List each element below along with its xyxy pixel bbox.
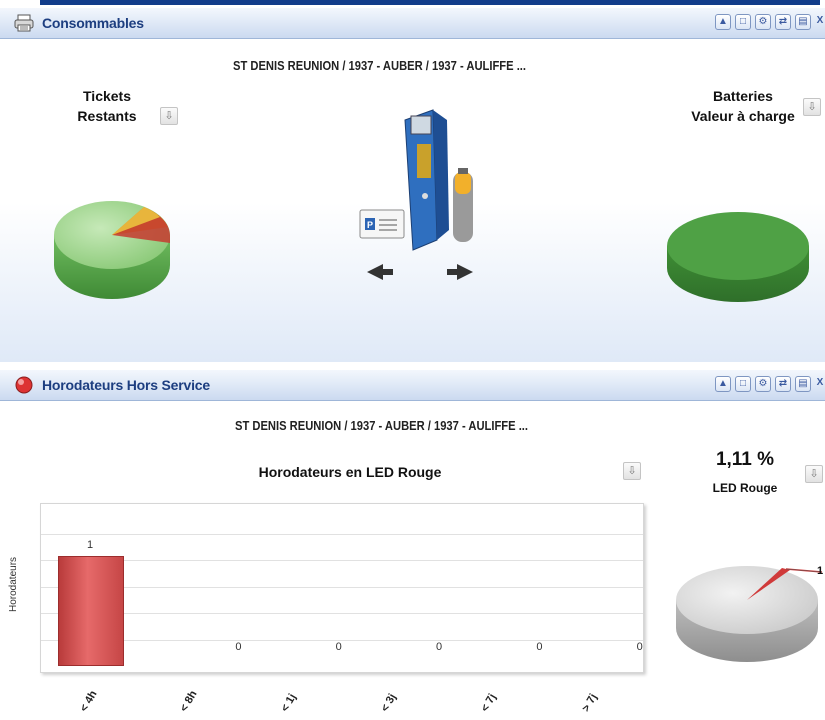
settings-icon[interactable]: ⚙ (755, 376, 771, 392)
y-axis-label: Horodateurs (8, 556, 19, 612)
batteries-label-line2: Valeur à charge (691, 108, 795, 124)
bar-value-label: 0 (235, 641, 242, 653)
bar-value-label: 0 (436, 641, 443, 653)
printer-icon (14, 14, 34, 32)
close-icon[interactable]: X (815, 14, 825, 30)
bar-value-label: 0 (636, 641, 643, 653)
print-icon[interactable]: ▤ (795, 14, 811, 30)
download-icon[interactable]: ⇩ (805, 465, 823, 483)
maximize-icon[interactable]: □ (735, 376, 751, 392)
led-pie (676, 566, 823, 662)
panel-header: Consommables ▲ □ ⚙ ⇄ ▤ X (0, 8, 825, 39)
close-icon[interactable]: X (815, 376, 825, 392)
location-path: ST DENIS REUNION / 1937 - AUBER / 1937 -… (233, 58, 527, 73)
download-icon[interactable]: ⇩ (803, 98, 821, 116)
percent-value: 1,11 % (715, 449, 775, 470)
tickets-label-line1: Tickets (83, 88, 131, 104)
top-banner (40, 0, 820, 5)
grid-line (41, 639, 643, 641)
refresh-icon[interactable]: ⇄ (775, 376, 791, 392)
pie-value-label: 1 (817, 565, 824, 577)
panel-title: Consommables (42, 15, 144, 31)
tickets-pie (54, 201, 170, 299)
grid-line (41, 613, 643, 615)
batteries-label: Batteries Valeur à charge (668, 86, 818, 126)
download-icon[interactable]: ⇩ (160, 107, 178, 125)
chart-title: Horodateurs en LED Rouge (258, 464, 442, 480)
percent-label: LED Rouge (712, 481, 778, 495)
location-path: ST DENIS REUNION / 1937 - AUBER / 1937 -… (235, 418, 529, 433)
grid-line (41, 534, 643, 535)
parking-meter-icon: P (359, 109, 473, 280)
batteries-label-line1: Batteries (713, 88, 773, 104)
bar-value-label: 0 (335, 641, 342, 653)
bar-chart: 1 0 0 0 0 0 (40, 503, 644, 673)
panel-tools: ▲ □ ⚙ ⇄ ▤ X (715, 376, 825, 394)
collapse-icon[interactable]: ▲ (715, 14, 731, 30)
grid-line (41, 586, 643, 588)
panel-header: Horodateurs Hors Service ▲ □ ⚙ ⇄ ▤ X (0, 370, 825, 401)
collapse-icon[interactable]: ▲ (715, 376, 731, 392)
panel-tools: ▲ □ ⚙ ⇄ ▤ X (715, 14, 825, 32)
bar-value-label: 0 (536, 641, 543, 653)
download-icon[interactable]: ⇩ (623, 462, 641, 480)
grid-line (41, 560, 643, 562)
bar (58, 556, 124, 666)
tickets-label: Tickets Restants (62, 86, 152, 126)
svg-text:P: P (367, 220, 373, 230)
batteries-pie (667, 212, 809, 302)
print-icon[interactable]: ▤ (795, 376, 811, 392)
alert-icon (15, 376, 33, 394)
refresh-icon[interactable]: ⇄ (775, 14, 791, 30)
maximize-icon[interactable]: □ (735, 14, 751, 30)
bar-value-label: 1 (87, 539, 94, 551)
tickets-label-line2: Restants (77, 108, 137, 124)
settings-icon[interactable]: ⚙ (755, 14, 771, 30)
panel-title: Horodateurs Hors Service (42, 377, 210, 393)
